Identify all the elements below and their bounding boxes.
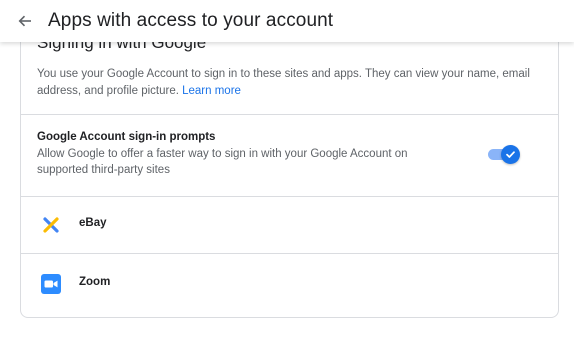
zoom-logo-icon bbox=[41, 274, 61, 294]
page-title: Apps with access to your account bbox=[48, 10, 334, 31]
back-button[interactable] bbox=[8, 0, 42, 42]
card-description-text: You use your Google Account to sign in t… bbox=[37, 68, 530, 97]
divider bbox=[21, 114, 558, 115]
check-icon bbox=[506, 151, 515, 158]
back-arrow-icon bbox=[18, 15, 31, 27]
top-app-bar: Apps with access to your account bbox=[0, 0, 574, 42]
sign-in-prompts-description: Allow Google to offer a faster way to si… bbox=[37, 148, 408, 176]
sign-in-prompts-toggle[interactable] bbox=[488, 144, 520, 164]
toggle-knob bbox=[501, 145, 520, 164]
page: Signing in with Google You use your Goog… bbox=[0, 0, 574, 343]
app-row-ebay[interactable]: eBay bbox=[21, 197, 558, 253]
app-row-zoom[interactable]: Zoom bbox=[21, 256, 558, 312]
divider bbox=[21, 253, 558, 254]
signing-in-card: Signing in with Google You use your Goog… bbox=[20, 22, 559, 318]
app-name: eBay bbox=[79, 217, 107, 229]
learn-more-link[interactable]: Learn more bbox=[182, 85, 241, 97]
sign-in-prompts-setting: Google Account sign-in prompts Allow Goo… bbox=[37, 130, 457, 178]
sign-in-prompts-title: Google Account sign-in prompts bbox=[37, 131, 216, 143]
ebay-logo-icon bbox=[41, 215, 61, 235]
app-name: Zoom bbox=[79, 276, 111, 288]
card-description: You use your Google Account to sign in t… bbox=[37, 66, 547, 100]
